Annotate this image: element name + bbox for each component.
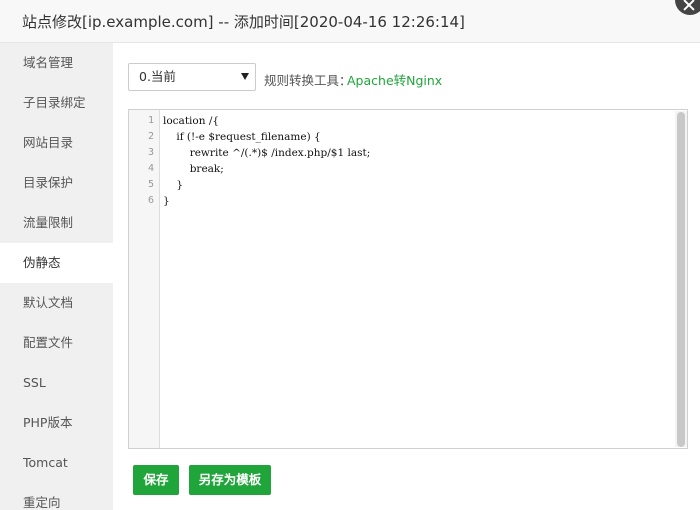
save-as-template-button[interactable]: 另存为模板: [189, 465, 271, 495]
chevron-down-icon: [241, 73, 249, 80]
rewrite-template-select[interactable]: 0.当前: [128, 63, 256, 91]
title-bar: 站点修改[ip.example.com] -- 添加时间[2020-04-16 …: [0, 0, 700, 43]
line-number: 2: [147, 131, 154, 142]
code-line: }: [163, 195, 170, 207]
sidebar-item-php-version[interactable]: PHP版本: [0, 403, 113, 443]
site-edit-dialog: 站点修改[ip.example.com] -- 添加时间[2020-04-16 …: [0, 0, 700, 510]
sidebar-item-tomcat[interactable]: Tomcat: [0, 443, 113, 483]
line-number: 1: [147, 115, 154, 126]
code-line: if (!-e $request_filename) {: [163, 131, 321, 143]
sidebar-item-ssl[interactable]: SSL: [0, 363, 113, 403]
code-line: break;: [163, 163, 224, 175]
code-line: }: [163, 179, 184, 191]
sidebar-item-directory-protection[interactable]: 目录保护: [0, 163, 113, 203]
sidebar-item-rewrite[interactable]: 伪静态: [0, 243, 113, 283]
sidebar-item-domain-management[interactable]: 域名管理: [0, 43, 113, 83]
rule-tool-label: 规则转换工具：: [264, 73, 352, 88]
sidebar-item-default-document[interactable]: 默认文档: [0, 283, 113, 323]
sidebar-item-config-file[interactable]: 配置文件: [0, 323, 113, 363]
rewrite-template-select-value: 0.当前: [139, 69, 176, 84]
apache-to-nginx-link[interactable]: Apache转Nginx: [347, 70, 442, 89]
dialog-title: 站点修改[ip.example.com] -- 添加时间[2020-04-16 …: [22, 13, 465, 31]
line-number-gutter: 1 2 3 4 5 6: [129, 110, 160, 448]
code-line: rewrite ^/(.*)$ /index.php/$1 last;: [163, 147, 371, 159]
sidebar: 域名管理 子目录绑定 网站目录 目录保护 流量限制 伪静态 默认文档 配置文件 …: [0, 43, 113, 510]
code-line: location /{: [163, 115, 220, 127]
sidebar-item-subdirectory-binding[interactable]: 子目录绑定: [0, 83, 113, 123]
line-number: 5: [147, 179, 154, 190]
rewrite-code-editor[interactable]: 1 2 3 4 5 6 location /{ if (!-e $request…: [128, 109, 688, 449]
editor-scrollbar[interactable]: [677, 112, 685, 447]
line-number: 4: [147, 163, 154, 174]
save-button[interactable]: 保存: [133, 465, 179, 495]
sidebar-item-redirect[interactable]: 重定向: [0, 483, 113, 510]
rewrite-panel: 0.当前 规则转换工具： Apache转Nginx 1 2 3 4 5 6 lo…: [113, 43, 700, 510]
sidebar-item-site-directory[interactable]: 网站目录: [0, 123, 113, 163]
line-number: 6: [147, 195, 154, 206]
line-number: 3: [147, 147, 154, 158]
sidebar-item-traffic-limit[interactable]: 流量限制: [0, 203, 113, 243]
